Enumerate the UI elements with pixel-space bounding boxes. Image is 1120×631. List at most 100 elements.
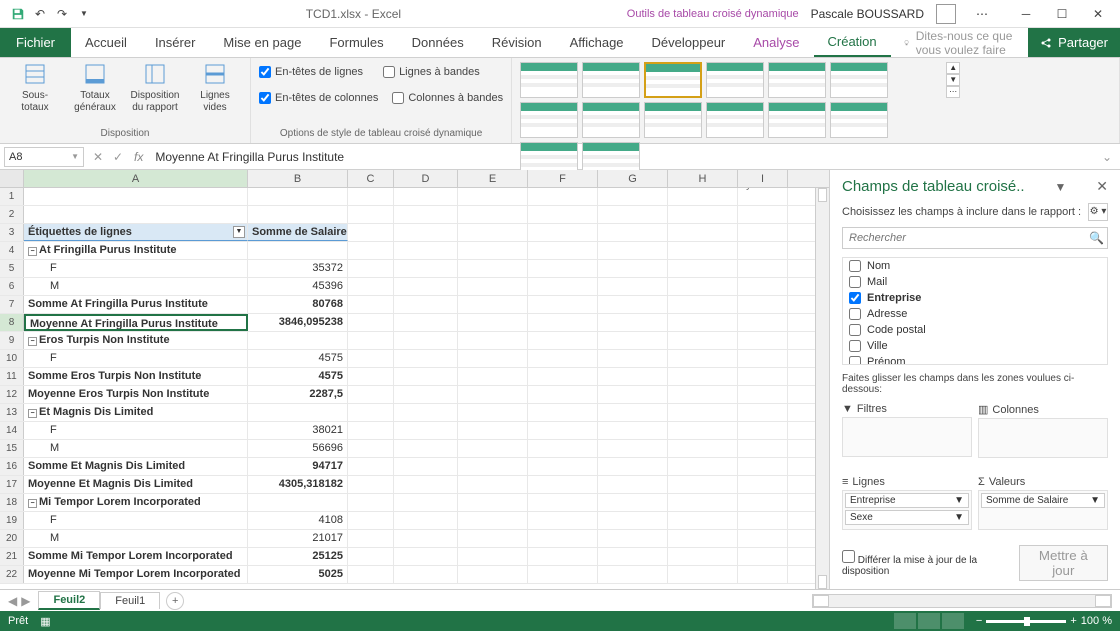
- zoom-level[interactable]: 100 %: [1081, 615, 1112, 627]
- view-page-break-icon[interactable]: [942, 613, 964, 629]
- cell[interactable]: [458, 566, 528, 583]
- column-header[interactable]: F: [528, 170, 598, 187]
- cell[interactable]: [348, 458, 394, 475]
- accept-formula-icon[interactable]: ✓: [108, 150, 128, 164]
- cell[interactable]: [598, 206, 668, 223]
- cell[interactable]: 4305,318182: [248, 476, 348, 493]
- cell[interactable]: [458, 332, 528, 349]
- cell[interactable]: [738, 332, 788, 349]
- cell[interactable]: M: [24, 530, 248, 547]
- disposition-rapport-button[interactable]: Disposition du rapport: [128, 62, 182, 114]
- cell[interactable]: [348, 350, 394, 367]
- cell[interactable]: [24, 206, 248, 223]
- style-thumb[interactable]: [520, 102, 578, 138]
- cell[interactable]: [394, 296, 458, 313]
- checkbox-colonnes-bandes[interactable]: Colonnes à bandes: [392, 92, 503, 104]
- field-pane-close-icon[interactable]: ✕: [1096, 178, 1108, 195]
- zoom-out-icon[interactable]: −: [976, 615, 982, 627]
- cell[interactable]: [348, 242, 394, 259]
- column-header[interactable]: C: [348, 170, 394, 187]
- column-header[interactable]: A: [24, 170, 248, 187]
- cell[interactable]: [528, 458, 598, 475]
- update-button[interactable]: Mettre à jour: [1019, 545, 1108, 581]
- cell[interactable]: [738, 566, 788, 583]
- cell[interactable]: [738, 260, 788, 277]
- cell[interactable]: [668, 332, 738, 349]
- checkbox-lignes-bandes[interactable]: Lignes à bandes: [383, 66, 480, 78]
- cell[interactable]: [668, 512, 738, 529]
- cell[interactable]: [394, 548, 458, 565]
- cell[interactable]: [394, 422, 458, 439]
- cell[interactable]: [348, 404, 394, 421]
- tell-me-box[interactable]: Dites-nous ce que vous voulez faire: [891, 28, 1028, 57]
- style-thumb-selected[interactable]: [644, 62, 702, 98]
- cell[interactable]: [458, 548, 528, 565]
- zone-colonnes[interactable]: ▥Colonnes: [978, 401, 1108, 468]
- cell[interactable]: Somme Eros Turpis Non Institute: [24, 368, 248, 385]
- cell[interactable]: [348, 422, 394, 439]
- field-item[interactable]: Mail: [843, 274, 1107, 290]
- cell[interactable]: [598, 548, 668, 565]
- cell[interactable]: M: [24, 440, 248, 457]
- expand-formula-icon[interactable]: ⌄: [1102, 150, 1120, 164]
- cell[interactable]: [394, 440, 458, 457]
- cell[interactable]: [394, 494, 458, 511]
- sheet-nav[interactable]: ◀▶: [0, 594, 38, 608]
- cell[interactable]: [738, 386, 788, 403]
- gear-icon[interactable]: ⚙ ▾: [1088, 203, 1108, 221]
- cell[interactable]: [738, 242, 788, 259]
- cell[interactable]: [458, 368, 528, 385]
- cell[interactable]: Moyenne Mi Tempor Lorem Incorporated: [24, 566, 248, 583]
- fx-icon[interactable]: fx: [134, 150, 143, 164]
- cell[interactable]: [528, 278, 598, 295]
- row-header[interactable]: 17: [0, 476, 24, 493]
- cell[interactable]: [738, 296, 788, 313]
- cell[interactable]: F: [24, 512, 248, 529]
- cell[interactable]: F: [24, 350, 248, 367]
- cell[interactable]: [394, 242, 458, 259]
- style-thumb[interactable]: [768, 102, 826, 138]
- cell[interactable]: [24, 188, 248, 205]
- cell[interactable]: [348, 224, 394, 241]
- cell[interactable]: [598, 476, 668, 493]
- column-header[interactable]: I: [738, 170, 788, 187]
- cell[interactable]: [598, 278, 668, 295]
- cell[interactable]: 4575: [248, 368, 348, 385]
- row-header[interactable]: 5: [0, 260, 24, 277]
- style-thumb[interactable]: [830, 62, 888, 98]
- cell[interactable]: [394, 206, 458, 223]
- cell[interactable]: [528, 440, 598, 457]
- cell[interactable]: [458, 188, 528, 205]
- cell[interactable]: 21017: [248, 530, 348, 547]
- column-header[interactable]: G: [598, 170, 668, 187]
- field-item[interactable]: Entreprise: [843, 290, 1107, 306]
- style-thumb[interactable]: [830, 102, 888, 138]
- cell[interactable]: Somme At Fringilla Purus Institute: [24, 296, 248, 313]
- cell[interactable]: [738, 350, 788, 367]
- checkbox-entetes-colonnes[interactable]: En-têtes de colonnes: [259, 92, 378, 104]
- field-item[interactable]: Nom: [843, 258, 1107, 274]
- undo-icon[interactable]: ↶: [32, 6, 48, 22]
- style-thumb[interactable]: [706, 102, 764, 138]
- cell[interactable]: −Et Magnis Dis Limited: [24, 404, 248, 421]
- collapse-icon[interactable]: −: [28, 499, 37, 508]
- maximize-button[interactable]: ☐: [1044, 0, 1080, 28]
- column-header[interactable]: H: [668, 170, 738, 187]
- field-item[interactable]: Code postal: [843, 322, 1107, 338]
- field-search[interactable]: 🔍: [842, 227, 1108, 249]
- cell[interactable]: [738, 458, 788, 475]
- cell[interactable]: [668, 458, 738, 475]
- cell[interactable]: [528, 566, 598, 583]
- tab-fichier[interactable]: Fichier: [0, 28, 71, 57]
- zone-valeurs[interactable]: ΣValeurs Somme de Salaire▼: [978, 474, 1108, 540]
- cell[interactable]: [458, 224, 528, 241]
- tab-creation[interactable]: Création: [814, 28, 891, 57]
- cell[interactable]: [458, 206, 528, 223]
- cell[interactable]: [528, 386, 598, 403]
- cell[interactable]: 25125: [248, 548, 348, 565]
- cell[interactable]: [598, 296, 668, 313]
- row-header[interactable]: 20: [0, 530, 24, 547]
- formula-input[interactable]: Moyenne At Fringilla Purus Institute: [149, 150, 1102, 164]
- horizontal-scrollbar[interactable]: [812, 594, 1112, 608]
- row-header[interactable]: 16: [0, 458, 24, 475]
